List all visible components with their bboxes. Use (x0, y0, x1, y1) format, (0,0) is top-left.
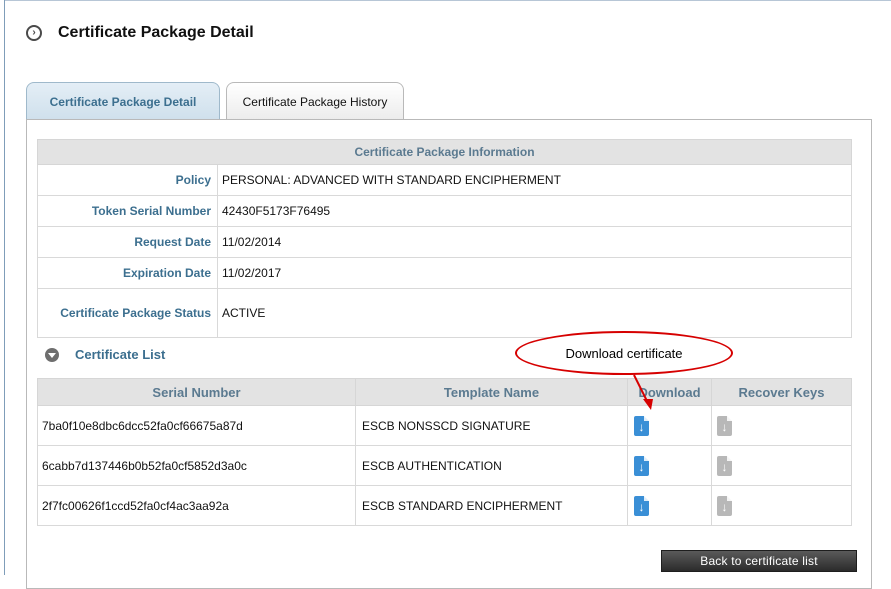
callout-arrow-line (633, 374, 649, 404)
callout-arrow (633, 374, 653, 410)
callout-arrow-head (643, 399, 653, 410)
